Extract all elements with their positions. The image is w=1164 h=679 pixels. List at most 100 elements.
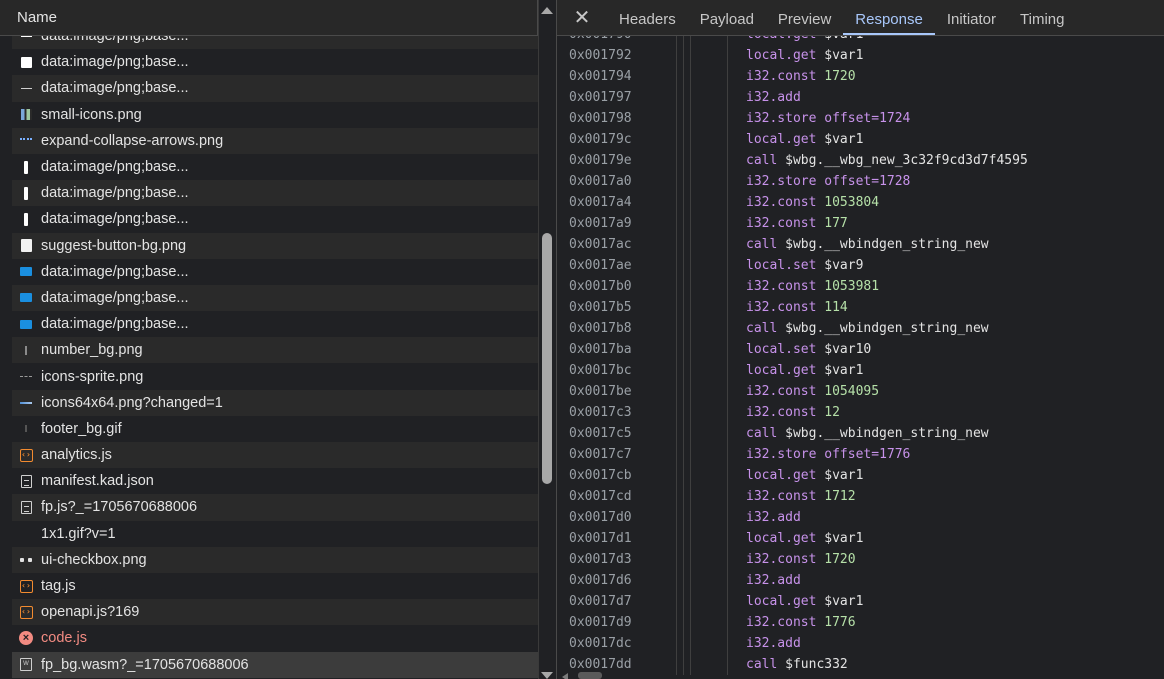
indent-guides (668, 612, 746, 633)
code-instruction: i32.const (746, 279, 817, 294)
horizontal-scrollbar[interactable] (556, 672, 606, 679)
code-operand: $var1 (824, 468, 864, 483)
code-address: 0x0017cb (569, 468, 632, 483)
code-instruction: i32.const (746, 552, 817, 567)
request-row[interactable]: icons64x64.png?changed=1 (12, 389, 538, 416)
request-row[interactable]: suggest-button-bg.png (12, 232, 538, 259)
code-line: 0x0017d3 i32.const 1720 (557, 549, 1164, 570)
code-address: 0x001792 (569, 48, 632, 63)
code-line: 0x0017b8 call $wbg.__wbindgen_string_new (557, 318, 1164, 339)
request-row[interactable]: data:image/png;base... (12, 311, 538, 338)
request-row[interactable]: ui-checkbox.png (12, 546, 538, 573)
error-icon: × (19, 631, 33, 646)
code-line: 0x0017a0 i32.store offset=1728 (557, 171, 1164, 192)
indent-guides (668, 507, 746, 528)
request-row[interactable]: data:image/png;base... (12, 284, 538, 312)
page-image-icon (19, 239, 33, 253)
request-rows: data:image/png;base... data:image/png;bas… (12, 23, 538, 679)
request-name: fp_bg.wasm?_=1705670688006 (41, 656, 249, 673)
request-row[interactable]: footer_bg.gif (12, 415, 538, 442)
request-row[interactable]: icons-sprite.png (12, 363, 538, 390)
indent-guides (668, 171, 746, 192)
indent-guides (668, 150, 746, 171)
scroll-thumb[interactable] (542, 233, 552, 484)
code-operand: $var1 (824, 531, 864, 546)
close-icon[interactable]: ✕ (557, 0, 607, 35)
request-row[interactable]: 1x1.gif?v=1 (12, 520, 538, 547)
code-line: 0x0017ba local.set $var10 (557, 339, 1164, 360)
tab-response[interactable]: Response (843, 0, 935, 35)
request-name: code.js (41, 630, 87, 647)
indent-guides (668, 486, 746, 507)
request-row[interactable]: small-icons.png (12, 101, 538, 128)
code-instruction: local.get (746, 363, 817, 378)
code-instruction: local.get (746, 531, 817, 546)
vertical-bar-image-icon (19, 212, 33, 226)
code-operand: 1053804 (824, 195, 880, 210)
tab-preview[interactable]: Preview (766, 0, 843, 35)
request-row[interactable]: data:image/png;base... (12, 49, 538, 76)
code-line: 0x0017ac call $wbg.__wbindgen_string_new (557, 234, 1164, 255)
indent-guides (668, 339, 746, 360)
request-row[interactable]: data:image/png;base... (12, 153, 538, 181)
code-line: 0x0017d0 i32.add (557, 507, 1164, 528)
name-column-header[interactable]: Name (0, 0, 538, 36)
code-address: 0x001794 (569, 69, 632, 84)
code-operand: 1720 (824, 69, 856, 84)
tab-payload[interactable]: Payload (688, 0, 766, 35)
scroll-up-arrow-icon[interactable] (541, 7, 553, 14)
indent-guides (668, 633, 746, 654)
request-row[interactable]: fp.js?_=1705670688006 (12, 494, 538, 521)
code-operand: $var1 (824, 594, 864, 609)
code-instruction: call (746, 426, 778, 441)
request-row[interactable]: data:image/png;base... (12, 206, 538, 233)
request-row[interactable]: expand-collapse-arrows.png (12, 127, 538, 154)
code-address: 0x0017ae (569, 258, 632, 273)
horizontal-scroll-thumb[interactable] (578, 672, 602, 679)
tab-timing[interactable]: Timing (1008, 0, 1076, 35)
request-row[interactable]: manifest.kad.json (12, 468, 538, 495)
tab-headers[interactable]: Headers (607, 0, 688, 35)
wasm-disassembly-view[interactable]: 0x001790local.get $var10x001792local.get… (557, 24, 1164, 679)
scroll-left-arrow-icon[interactable] (562, 673, 568, 679)
request-row[interactable]: Wfp_bg.wasm?_=1705670688006 (12, 651, 538, 678)
code-address: 0x0017be (569, 384, 632, 399)
request-row[interactable]: ‹› openapi.js?169 (12, 599, 538, 626)
request-row[interactable]: data:image/png;base... (12, 258, 538, 285)
code-instruction: call (746, 657, 778, 672)
tab-initiator[interactable]: Initiator (935, 0, 1008, 35)
request-name: tag.js (41, 578, 76, 595)
code-operand: 12 (824, 405, 840, 420)
dashed-image-icon (19, 370, 33, 384)
code-address: 0x0017dc (569, 636, 632, 651)
indent-guides (668, 423, 746, 444)
code-line: 0x00179e call $wbg.__wbg_new_3c32f9cd3d7f… (557, 150, 1164, 171)
request-name: footer_bg.gif (41, 420, 122, 437)
request-row[interactable]: data:image/png;base... (12, 75, 538, 102)
code-line: 0x0017c5 call $wbg.__wbindgen_string_new (557, 423, 1164, 444)
indent-guides (668, 381, 746, 402)
request-name: openapi.js?169 (41, 604, 140, 621)
code-address: 0x0017a9 (569, 216, 632, 231)
code-operand: 1054095 (824, 384, 880, 399)
request-row[interactable]: ‹› analytics.js (12, 442, 538, 469)
code-address: 0x0017b8 (569, 321, 632, 336)
request-row[interactable]: number_bg.png (12, 337, 538, 364)
scroll-down-arrow-icon[interactable] (541, 672, 553, 679)
request-row[interactable]: data:image/png;base... (12, 180, 538, 207)
indent-guides (668, 549, 746, 570)
code-instruction: local.set (746, 258, 817, 273)
code-operand: 177 (824, 216, 848, 231)
request-name: data:image/png;base... (41, 54, 189, 71)
code-operand: 1712 (824, 489, 856, 504)
code-line: 0x0017d7 local.get $var1 (557, 591, 1164, 612)
request-row[interactable]: × code.js (12, 625, 538, 652)
request-list-scrollbar[interactable] (538, 0, 555, 679)
code-operand: $wbg.__wbg_new_3c32f9cd3d7f4595 (785, 153, 1028, 168)
request-row[interactable]: ‹› tag.js (12, 572, 538, 600)
code-instruction: i32.const (746, 405, 817, 420)
wasm-icon: W (19, 658, 33, 672)
code-instruction: i32.const (746, 489, 817, 504)
request-name: small-icons.png (41, 106, 142, 123)
code-instruction: i32.add (746, 510, 801, 525)
